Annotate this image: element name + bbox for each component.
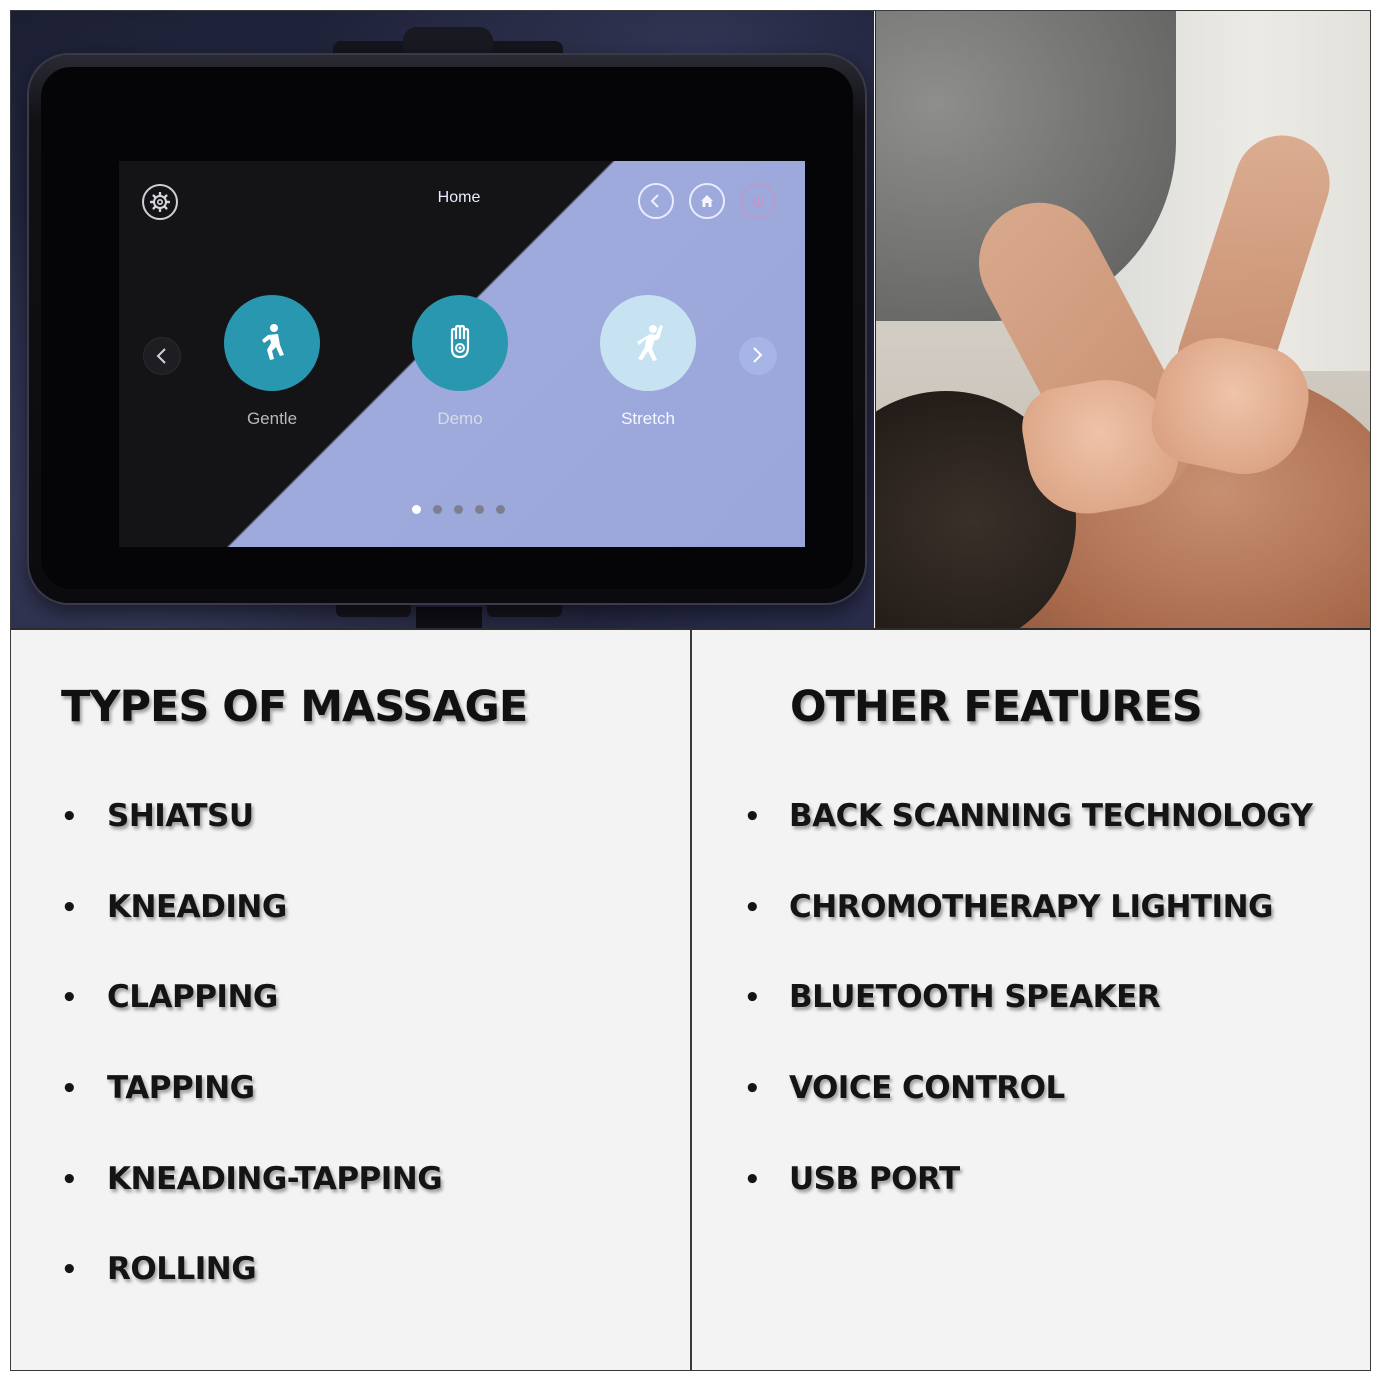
feature-item: BLUETOOTH SPEAKER bbox=[789, 979, 1161, 1015]
power-button[interactable] bbox=[740, 183, 776, 219]
back-button[interactable] bbox=[638, 183, 674, 219]
feature-item: USB PORT bbox=[789, 1161, 960, 1197]
hand-icon bbox=[450, 324, 470, 359]
massage-types-heading: TYPES OF MASSAGE bbox=[61, 682, 528, 732]
bullet: • bbox=[744, 1165, 761, 1195]
page-indicator bbox=[412, 505, 505, 514]
carousel-next-button[interactable] bbox=[739, 337, 777, 375]
massage-type-item: KNEADING-TAPPING bbox=[107, 1161, 443, 1197]
bullet: • bbox=[744, 893, 761, 923]
tablet-photo: Home Gentle Demo Stretch bbox=[11, 11, 874, 628]
power-icon bbox=[752, 195, 764, 208]
mode-stretch-button[interactable] bbox=[600, 295, 696, 391]
tablet-screen: Home Gentle Demo Stretch bbox=[119, 161, 805, 547]
settings-gear-icon[interactable] bbox=[142, 184, 178, 220]
gentle-person-icon bbox=[262, 324, 284, 360]
home-icon bbox=[701, 195, 713, 207]
feature-item: BACK SCANNING TECHNOLOGY bbox=[789, 798, 1313, 834]
screen-title: Home bbox=[437, 189, 481, 206]
massage-type-item: ROLLING bbox=[107, 1251, 257, 1287]
massage-type-item: SHIATSU bbox=[107, 798, 254, 834]
page-dot[interactable] bbox=[454, 505, 463, 514]
page-dot[interactable] bbox=[496, 505, 505, 514]
bullet: • bbox=[61, 802, 78, 832]
bullet: • bbox=[61, 1255, 78, 1285]
feature-item: CHROMOTHERAPY LIGHTING bbox=[789, 889, 1273, 925]
tablet-device: Home Gentle Demo Stretch bbox=[29, 55, 865, 603]
bullet: • bbox=[744, 1074, 761, 1104]
stretch-person-icon bbox=[637, 325, 663, 361]
bullet: • bbox=[61, 1074, 78, 1104]
chevron-left-icon bbox=[156, 348, 166, 364]
product-feature-graphic: Home Gentle Demo Stretch TYPES OF MASSAG… bbox=[10, 10, 1371, 1371]
bullet: • bbox=[61, 983, 78, 1013]
chevron-right-icon bbox=[753, 347, 763, 363]
mode-stretch-label: Stretch bbox=[621, 409, 675, 428]
mode-gentle-label: Gentle bbox=[246, 409, 298, 428]
chevron-left-icon bbox=[650, 194, 659, 208]
bullet: • bbox=[61, 893, 78, 923]
home-button[interactable] bbox=[689, 183, 725, 219]
massage-type-item: KNEADING bbox=[107, 889, 287, 925]
mode-demo-button[interactable] bbox=[412, 295, 508, 391]
feature-item: VOICE CONTROL bbox=[789, 1070, 1065, 1106]
massage-type-item: TAPPING bbox=[107, 1070, 255, 1106]
bullet: • bbox=[744, 983, 761, 1013]
bullet: • bbox=[744, 802, 761, 832]
carousel-prev-button[interactable] bbox=[143, 337, 181, 375]
page-dot[interactable] bbox=[433, 505, 442, 514]
mode-demo-label: Demo bbox=[437, 409, 483, 428]
tablet-stand bbox=[416, 607, 482, 628]
other-features-heading: OTHER FEATURES bbox=[790, 682, 1203, 732]
massage-types-panel: TYPES OF MASSAGE • SHIATSU • KNEADING • … bbox=[11, 630, 690, 1370]
massage-photo bbox=[875, 11, 1370, 628]
massage-type-item: CLAPPING bbox=[107, 979, 278, 1015]
bullet: • bbox=[61, 1165, 78, 1195]
page-dot-active[interactable] bbox=[412, 505, 421, 514]
page-dot[interactable] bbox=[475, 505, 484, 514]
tablet-clip-nub bbox=[403, 27, 493, 53]
other-features-panel: OTHER FEATURES • BACK SCANNING TECHNOLOG… bbox=[692, 630, 1370, 1370]
mode-gentle-button[interactable] bbox=[224, 295, 320, 391]
